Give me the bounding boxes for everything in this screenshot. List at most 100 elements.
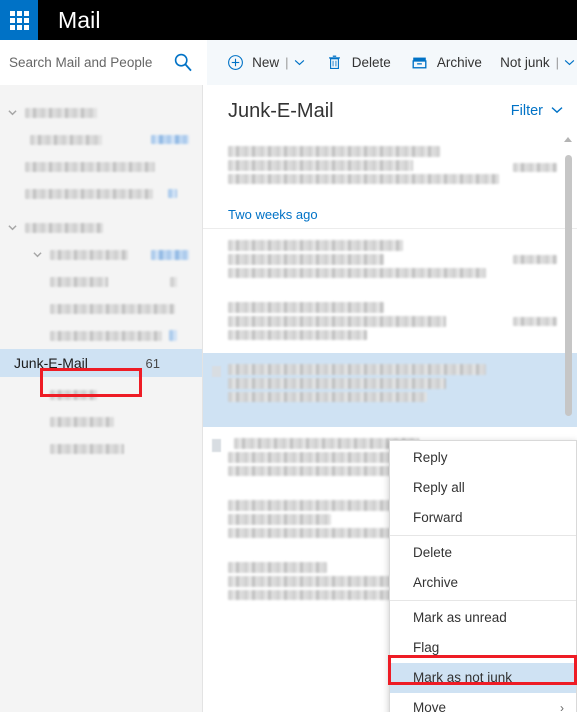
message-sender — [228, 562, 328, 573]
sidebar-item-label — [50, 276, 108, 287]
context-menu-separator — [390, 535, 576, 536]
message-sender — [228, 240, 404, 251]
sidebar-item-item-8[interactable] — [0, 381, 202, 408]
context-menu-item-label: Forward — [413, 510, 463, 525]
sidebar-item-label — [50, 249, 128, 260]
sidebar-item-label — [30, 134, 102, 145]
context-menu-item-archive[interactable]: Archive — [390, 568, 576, 598]
sidebar-item-item-4[interactable] — [0, 241, 202, 268]
context-menu-item-move[interactable]: Move › — [390, 693, 576, 712]
chevron-down-icon — [551, 105, 563, 117]
sidebar-item-group-2[interactable] — [0, 214, 202, 241]
search-icon[interactable] — [173, 52, 193, 72]
sidebar-top-spacer — [0, 85, 202, 99]
sidebar-item-label — [25, 161, 155, 172]
sidebar-item-item-10[interactable] — [0, 435, 202, 462]
scrollbar-thumb[interactable] — [565, 155, 572, 416]
delete-button-label: Delete — [351, 54, 391, 70]
sidebar-item-label — [50, 303, 175, 314]
message-subject — [228, 160, 414, 171]
context-menu-item-reply[interactable]: Reply — [390, 443, 576, 473]
search-toolbar-strip: New | Delete — [0, 40, 577, 86]
message-date — [513, 255, 557, 264]
message-date — [513, 317, 557, 326]
sidebar-item-label — [50, 330, 162, 341]
search-input[interactable] — [0, 47, 169, 78]
message-subject — [228, 378, 447, 389]
message-list-item-selected[interactable] — [203, 353, 577, 427]
app-launcher-grid-icon — [9, 10, 29, 30]
context-menu-item-flag[interactable]: Flag — [390, 633, 576, 663]
sidebar-item-item-9[interactable] — [0, 408, 202, 435]
new-button-separator: | — [285, 55, 289, 70]
archive-button[interactable]: Archive — [408, 40, 483, 85]
sidebar-item-item-6[interactable] — [0, 295, 202, 322]
scroll-up-arrow-icon[interactable] — [564, 137, 572, 142]
context-menu-item-label: Mark as unread — [413, 610, 507, 625]
filter-button-label: Filter — [510, 103, 543, 119]
command-toolbar: New | Delete Archive Not junk | — [207, 40, 577, 86]
message-preview — [228, 330, 368, 340]
message-subject — [228, 316, 447, 327]
context-menu-item-label: Move — [413, 700, 447, 712]
message-list-item[interactable] — [203, 291, 577, 353]
sidebar-item-badge — [151, 249, 189, 260]
message-preview — [228, 268, 487, 278]
sidebar-item-badge — [151, 135, 189, 144]
plus-circle-icon — [224, 52, 246, 74]
sidebar-item-label — [50, 416, 114, 427]
sidebar-item-badge — [169, 330, 177, 341]
not-junk-button[interactable]: Not junk | — [499, 40, 577, 85]
sidebar-item-item-7[interactable] — [0, 322, 202, 349]
context-menu-item-label: Mark as not junk — [413, 670, 513, 685]
trash-icon — [324, 52, 346, 74]
message-sender — [228, 364, 487, 375]
not-junk-separator: | — [555, 55, 559, 70]
sidebar-item-label — [50, 443, 124, 454]
message-list-item[interactable] — [203, 229, 577, 291]
message-preview — [228, 174, 500, 184]
new-button-label: New — [252, 54, 280, 70]
delete-button[interactable]: Delete — [323, 40, 392, 85]
message-sender — [228, 146, 440, 157]
context-menu-item-delete[interactable]: Delete — [390, 538, 576, 568]
filter-button[interactable]: Filter — [511, 103, 563, 119]
page-title: Junk-E-Mail — [228, 99, 334, 122]
message-list-item[interactable] — [203, 137, 577, 197]
app-launcher-button[interactable] — [0, 0, 38, 40]
context-menu-item-mark-as-unread[interactable]: Mark as unread — [390, 603, 576, 633]
chevron-down-icon[interactable] — [8, 108, 17, 117]
mail-app-window: Mail New | — [0, 0, 577, 712]
chevron-down-icon[interactable] — [8, 223, 17, 232]
sidebar-item-count: 61 — [145, 355, 160, 371]
sidebar-item-label — [25, 188, 153, 199]
message-sender — [228, 302, 384, 313]
new-chevron-down-icon[interactable] — [293, 57, 306, 69]
folder-sidebar[interactable]: Junk-E-Mail 61 — [0, 85, 203, 712]
message-context-menu: Reply Reply all Forward Delete Archive M… — [389, 440, 577, 712]
top-header-bar: Mail — [0, 0, 577, 40]
search-box[interactable] — [0, 40, 207, 86]
context-menu-item-mark-as-not-junk[interactable]: Mark as not junk — [390, 663, 576, 693]
context-menu-item-label: Delete — [413, 545, 453, 560]
unread-indicator-icon — [212, 439, 221, 452]
message-preview — [228, 392, 427, 402]
context-menu-item-forward[interactable]: Forward — [390, 503, 576, 533]
message-date — [513, 163, 557, 172]
new-button[interactable]: New | — [223, 40, 306, 85]
sidebar-item-item-1[interactable] — [0, 126, 202, 153]
sidebar-item-label — [50, 389, 97, 400]
sidebar-item-item-3[interactable] — [0, 180, 202, 207]
sidebar-item-item-5[interactable] — [0, 268, 202, 295]
sidebar-group-spacer — [0, 207, 202, 214]
sidebar-item-badge — [168, 189, 177, 198]
sidebar-item-group-1[interactable] — [0, 99, 202, 126]
not-junk-chevron-down-icon[interactable] — [563, 57, 576, 69]
message-group-heading: Two weeks ago — [228, 207, 318, 222]
sidebar-item-item-2[interactable] — [0, 153, 202, 180]
chevron-down-icon[interactable] — [33, 250, 42, 259]
archive-box-icon — [409, 52, 431, 74]
sidebar-item-label — [25, 222, 103, 233]
sidebar-item-junk-e-mail[interactable]: Junk-E-Mail 61 — [0, 349, 202, 377]
context-menu-item-reply-all[interactable]: Reply all — [390, 473, 576, 503]
